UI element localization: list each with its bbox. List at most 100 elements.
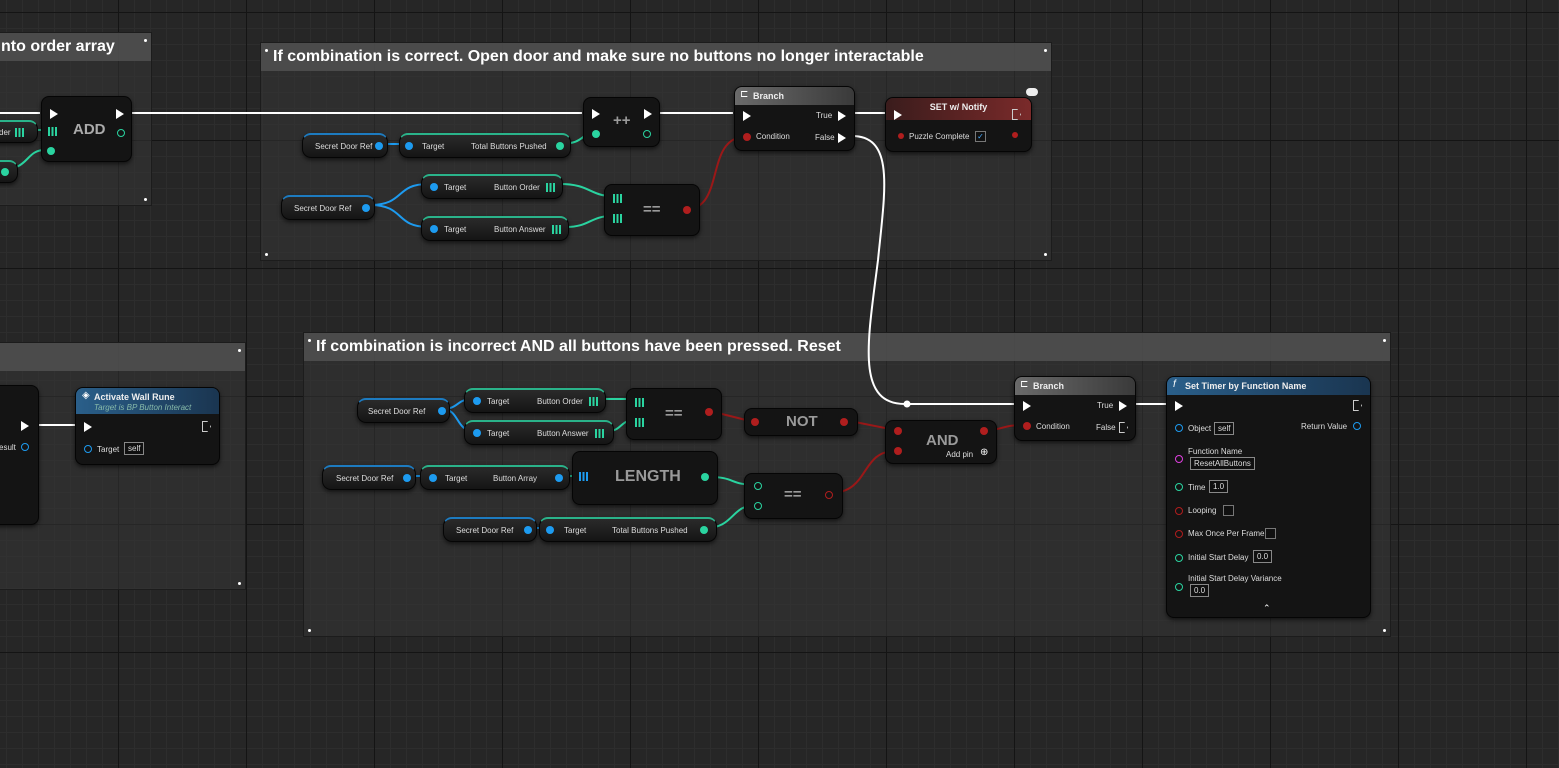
ref-out-pin[interactable]: [375, 142, 383, 150]
index-out-pin[interactable]: [117, 129, 125, 137]
exec-in-pin[interactable]: [894, 110, 902, 120]
branch-node[interactable]: Branch ⊏ Condition True False: [734, 86, 855, 151]
max-once-checkbox[interactable]: [1265, 528, 1276, 539]
array-in-pin[interactable]: [579, 472, 589, 481]
increment-node[interactable]: ++: [583, 97, 660, 147]
value-out-pin[interactable]: [556, 142, 564, 150]
array-out-pin[interactable]: [589, 397, 599, 406]
secret-door-ref-getter[interactable]: Secret Door Ref: [302, 133, 388, 158]
button-order-getter[interactable]: Target Button Order: [421, 174, 563, 199]
exec-out-pin[interactable]: [21, 421, 29, 431]
function-name-pin[interactable]: [1175, 455, 1183, 463]
order-array-getter[interactable]: der: [0, 120, 38, 143]
total-buttons-pushed-getter[interactable]: Target Total Buttons Pushed: [539, 517, 717, 542]
button-array-getter[interactable]: Target Button Array: [420, 465, 570, 490]
time-pin[interactable]: [1175, 483, 1183, 491]
initial-start-delay-variance-value[interactable]: 0.0: [1190, 584, 1210, 597]
initial-start-delay-pin[interactable]: [1175, 554, 1183, 562]
exec-in-pin[interactable]: [743, 111, 751, 121]
array-a-pin[interactable]: [635, 398, 645, 407]
condition-pin[interactable]: [743, 133, 751, 141]
array-equals-node[interactable]: ==: [626, 388, 722, 440]
set-notify-node[interactable]: SET w/ Notify Puzzle Complete ✓: [885, 97, 1032, 152]
looping-checkbox[interactable]: [1223, 505, 1234, 516]
exec-in-pin[interactable]: [592, 109, 600, 119]
array-out-pin[interactable]: [595, 429, 605, 438]
activate-wall-rune-node[interactable]: Activate Wall Rune ◈ Target is BP Button…: [75, 387, 220, 465]
exec-in-pin[interactable]: [50, 109, 58, 119]
array-out-pin[interactable]: [555, 474, 563, 482]
target-in-pin[interactable]: [473, 397, 481, 405]
array-out-pin[interactable]: [552, 225, 562, 234]
target-in-pin[interactable]: [429, 474, 437, 482]
array-a-pin[interactable]: [613, 194, 623, 203]
array-equals-node[interactable]: ==: [604, 184, 700, 236]
secret-door-ref-getter[interactable]: Secret Door Ref: [281, 195, 375, 220]
not-out-pin[interactable]: [840, 418, 848, 426]
object-value[interactable]: self: [1214, 422, 1235, 435]
ref-out-pin[interactable]: [403, 474, 411, 482]
exec-out-pin[interactable]: [644, 109, 652, 119]
time-value[interactable]: 1.0: [1209, 480, 1229, 493]
add-node[interactable]: ADD: [41, 96, 132, 162]
collapse-icon[interactable]: ⌃: [1263, 603, 1271, 614]
int-equals-node[interactable]: ==: [744, 473, 843, 519]
not-node[interactable]: NOT: [744, 408, 858, 436]
item-getter[interactable]: [0, 160, 18, 183]
return-value-pin[interactable]: [1353, 422, 1361, 430]
not-in-pin[interactable]: [751, 418, 759, 426]
condition-pin[interactable]: [1023, 422, 1031, 430]
ref-out-pin[interactable]: [362, 204, 370, 212]
initial-start-delay-value[interactable]: 0.0: [1253, 550, 1273, 563]
array-in-pin[interactable]: [48, 127, 58, 136]
add-pin-icon[interactable]: ⊕: [980, 447, 988, 458]
a-in-pin[interactable]: [754, 482, 762, 490]
puzzle-complete-pin[interactable]: [898, 133, 904, 139]
value-out-pin[interactable]: [700, 526, 708, 534]
exec-in-pin[interactable]: [84, 422, 92, 432]
true-out-pin[interactable]: [1119, 401, 1127, 411]
target-in-pin[interactable]: [473, 429, 481, 437]
result-out-pin[interactable]: [825, 491, 833, 499]
result-out-pin[interactable]: [683, 206, 691, 214]
true-out-pin[interactable]: [838, 111, 846, 121]
object-pin[interactable]: [1175, 424, 1183, 432]
function-name-value[interactable]: ResetAllButtons: [1190, 457, 1255, 470]
exec-in-pin[interactable]: [1023, 401, 1031, 411]
and-out-pin[interactable]: [980, 427, 988, 435]
secret-door-ref-getter[interactable]: Secret Door Ref: [357, 398, 450, 423]
secret-door-ref-getter[interactable]: Secret Door Ref: [443, 517, 537, 542]
set-timer-node[interactable]: Set Timer by Function Name f Object self…: [1166, 376, 1371, 618]
and-b-pin[interactable]: [894, 447, 902, 455]
max-once-pin[interactable]: [1175, 530, 1183, 538]
result-out-pin[interactable]: [21, 443, 29, 451]
target-in-pin[interactable]: [546, 526, 554, 534]
target-pin[interactable]: [84, 445, 92, 453]
exec-out-pin[interactable]: [202, 421, 211, 432]
item-in-pin[interactable]: [47, 147, 55, 155]
length-node[interactable]: LENGTH: [572, 451, 718, 505]
array-b-pin[interactable]: [635, 418, 645, 427]
array-b-pin[interactable]: [613, 214, 623, 223]
exec-out-pin[interactable]: [1353, 400, 1362, 411]
button-answer-getter[interactable]: Target Button Answer: [421, 216, 569, 241]
puzzle-complete-checkbox[interactable]: ✓: [975, 131, 986, 142]
left-partial-node[interactable]: esult: [0, 385, 39, 525]
and-a-pin[interactable]: [894, 427, 902, 435]
secret-door-ref-getter[interactable]: Secret Door Ref: [322, 465, 416, 490]
exec-out-pin[interactable]: [116, 109, 124, 119]
false-out-pin[interactable]: [838, 133, 846, 143]
and-node[interactable]: AND Add pin ⊕: [885, 420, 997, 464]
value-out-pin[interactable]: [643, 130, 651, 138]
array-out-pin[interactable]: [546, 183, 556, 192]
looping-pin[interactable]: [1175, 507, 1183, 515]
out-pin[interactable]: [1012, 132, 1018, 138]
b-in-pin[interactable]: [754, 502, 762, 510]
target-value[interactable]: self: [124, 442, 145, 455]
branch-node[interactable]: Branch ⊏ Condition True False: [1014, 376, 1136, 441]
length-out-pin[interactable]: [701, 473, 709, 481]
total-buttons-pushed-getter[interactable]: Target Total Buttons Pushed: [399, 133, 571, 158]
exec-in-pin[interactable]: [1175, 401, 1183, 411]
target-in-pin[interactable]: [430, 183, 438, 191]
result-out-pin[interactable]: [705, 408, 713, 416]
